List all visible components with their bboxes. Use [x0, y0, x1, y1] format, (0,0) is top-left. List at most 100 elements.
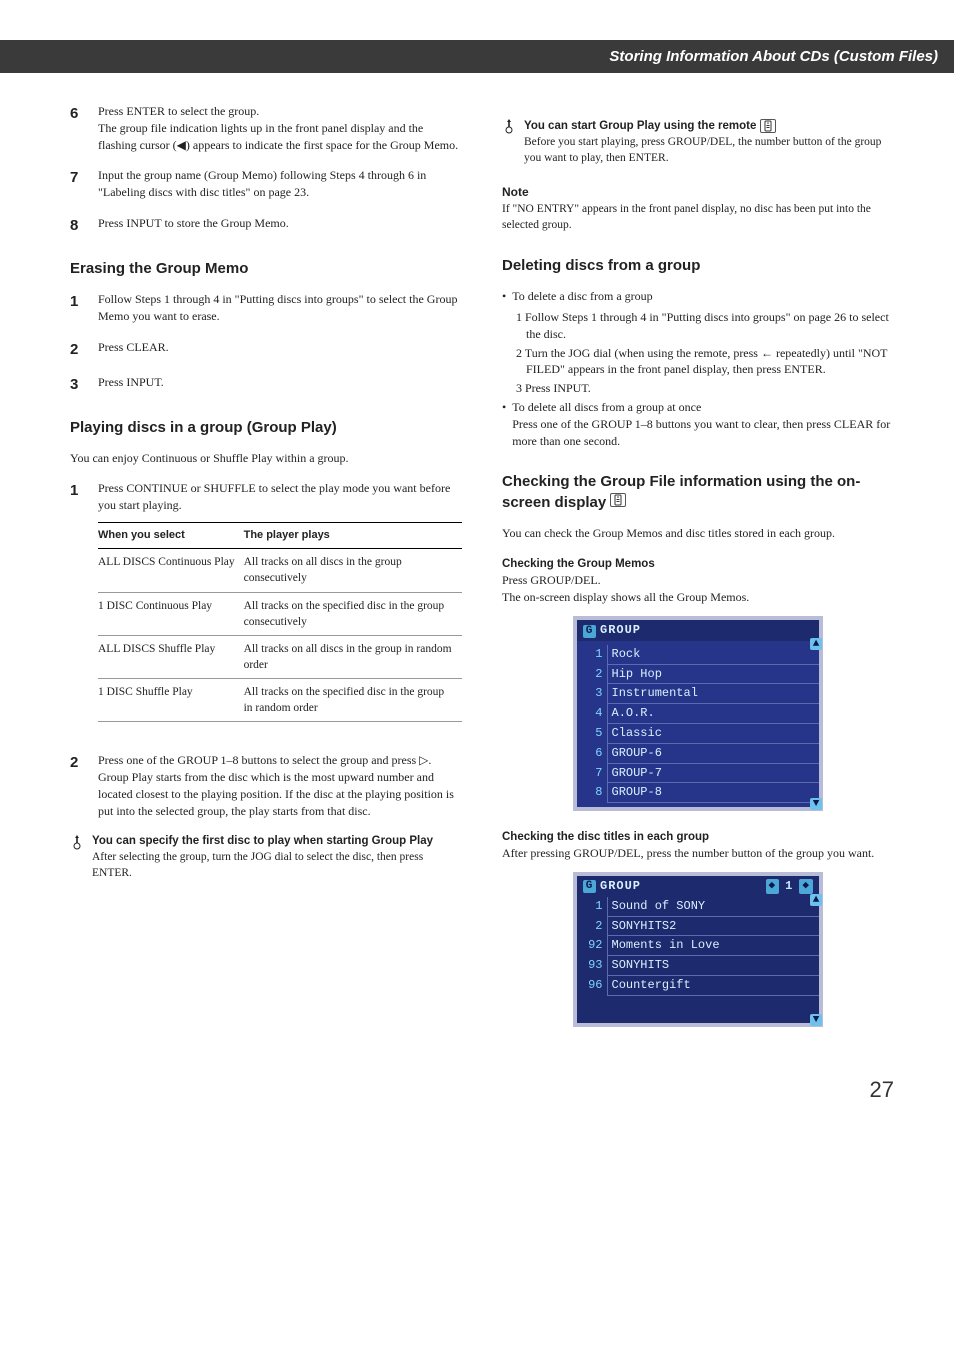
step-number: 2	[70, 339, 86, 360]
table-cell: ALL DISCS Continuous Play	[98, 549, 244, 592]
section-header-band: Storing Information About CDs (Custom Fi…	[0, 40, 954, 73]
screen-row-text: Countergift	[607, 975, 819, 995]
screen-row-text: A.O.R.	[607, 704, 819, 724]
page-number: 27	[70, 1075, 894, 1106]
table-row: 1 DISC Shuffle PlayAll tracks on the spe…	[98, 678, 462, 721]
top-steps: 6Press ENTER to select the group. The gr…	[70, 103, 462, 236]
onscreen-display-titles: G GROUP ◆ 1 ◆ 1Sound of SONY2SONYHITS292…	[573, 872, 823, 1027]
table-row: ALL DISCS Shuffle PlayAll tracks on all …	[98, 635, 462, 678]
numbered-step: 8 Press INPUT to store the Group Memo.	[70, 215, 462, 236]
screen-row: 93SONYHITS	[577, 956, 819, 976]
left-column: 6Press ENTER to select the group. The gr…	[70, 103, 462, 1045]
g-badge-icon: G	[583, 880, 596, 893]
tip-first-disc: You can specify the first disc to play w…	[70, 833, 462, 881]
tip-remote-group-play: You can start Group Play using the remot…	[502, 117, 894, 166]
step-body: Input the group name (Group Memo) follow…	[98, 167, 462, 201]
check-heading: Checking the Group File information usin…	[502, 471, 894, 513]
onscreen-display-memos: GGROUP 1Rock2Hip Hop3 Instrumental4A.O.R…	[573, 616, 823, 811]
erase-heading: Erasing the Group Memo	[70, 258, 462, 279]
table-row: 1 DISC Continuous PlayAll tracks on the …	[98, 592, 462, 635]
screen-title: G GROUP ◆ 1 ◆	[577, 876, 819, 897]
screen-row-text: Classic	[607, 723, 819, 743]
step-number: 1	[70, 291, 86, 325]
right-column: You can start Group Play using the remot…	[502, 103, 894, 1045]
screen-row-text: GROUP-7	[607, 763, 819, 783]
numbered-step: 3 Press INPUT.	[70, 374, 462, 395]
table-cell: All tracks on the specified disc in the …	[244, 592, 462, 635]
table-cell: All tracks on all discs in the group in …	[244, 635, 462, 678]
bullet-dot: •	[502, 288, 506, 305]
step-number: 8	[70, 215, 86, 236]
step-body: Follow Steps 1 through 4 in "Putting dis…	[98, 291, 462, 325]
scroll-down-icon: ▼	[810, 1014, 822, 1026]
scroll-down-icon: ▼	[810, 798, 822, 810]
bullet-dot: •	[502, 399, 506, 449]
step-number: 2	[70, 752, 86, 819]
note-heading: Note	[502, 184, 894, 201]
tip-body: You can specify the first disc to play w…	[92, 833, 462, 881]
groupplay-step-2: 2 Press one of the GROUP 1–8 buttons to …	[70, 752, 462, 819]
screen-title: GGROUP	[577, 620, 819, 641]
check-titles-subheading: Checking the disc titles in each group	[502, 829, 894, 845]
scroll-up-icon: ▲	[810, 894, 822, 906]
screen-row-text: Hip Hop	[607, 664, 819, 684]
step-body: Press INPUT to store the Group Memo.	[98, 215, 462, 236]
screen-row: 1Sound of SONY	[577, 897, 819, 916]
step-body: Press CONTINUE or SHUFFLE to select the …	[98, 480, 462, 738]
page-left-icon: ◆	[766, 879, 780, 894]
screen-row-text: Sound of SONY	[607, 897, 819, 916]
screen-row: 92Moments in Love	[577, 936, 819, 956]
screen-row-index: 4	[577, 704, 607, 724]
table-header: When you select	[98, 522, 244, 548]
step-body: Press CLEAR.	[98, 339, 462, 360]
two-column-layout: 6Press ENTER to select the group. The gr…	[70, 103, 894, 1045]
check-titles-text: After pressing GROUP/DEL, press the numb…	[502, 845, 894, 862]
numbered-step: 2 Press CLEAR.	[70, 339, 462, 360]
bullet-item: •To delete a disc from a group	[502, 288, 894, 305]
screen-row-index: 2	[577, 664, 607, 684]
screen-row: 7 GROUP-7	[577, 763, 819, 783]
screen-row-text: Rock	[607, 645, 819, 664]
g-badge-icon: G	[583, 625, 596, 638]
screen-row: 3 Instrumental	[577, 684, 819, 704]
step-number: 6	[70, 103, 86, 153]
check-memos-text: Press GROUP/DEL. The on-screen display s…	[502, 572, 894, 606]
step-number: 3	[70, 374, 86, 395]
screen-row-text: GROUP-8	[607, 783, 819, 803]
screen-row-index: 5	[577, 723, 607, 743]
screen-row: 6 GROUP-6	[577, 743, 819, 763]
table-cell: All tracks on all discs in the group con…	[244, 549, 462, 592]
screen-row-index: 93	[577, 956, 607, 976]
groupplay-heading: Playing discs in a group (Group Play)	[70, 417, 462, 438]
screen-row-index: 7	[577, 763, 607, 783]
screen-row: 4A.O.R.	[577, 704, 819, 724]
play-mode-table: When you select The player plays ALL DIS…	[98, 522, 462, 722]
screen-row: 1Rock	[577, 645, 819, 664]
numbered-step: 1 Follow Steps 1 through 4 in "Putting di…	[70, 291, 462, 325]
screen-row: 2SONYHITS2	[577, 916, 819, 936]
step-body: Press one of the GROUP 1–8 buttons to se…	[98, 752, 462, 819]
lightbulb-icon	[70, 834, 84, 882]
remote-icon	[610, 493, 626, 507]
screen-row-text: GROUP-6	[607, 743, 819, 763]
table-header: The player plays	[244, 522, 462, 548]
screen-row-text: SONYHITS	[607, 956, 819, 976]
screen-row-index: 8	[577, 783, 607, 803]
tip-title: You can specify the first disc to play w…	[92, 833, 462, 849]
screen-row: 2Hip Hop	[577, 664, 819, 684]
remote-icon	[760, 119, 776, 133]
note-text: If "NO ENTRY" appears in the front panel…	[502, 201, 894, 233]
screen-row: 96Countergift	[577, 975, 819, 995]
screen-row-text: SONYHITS2	[607, 916, 819, 936]
groupplay-step-1: 1 Press CONTINUE or SHUFFLE to select th…	[70, 480, 462, 738]
screen-row-index: 3	[577, 684, 607, 704]
groupplay-intro: You can enjoy Continuous or Shuffle Play…	[70, 450, 462, 467]
table-row: ALL DISCS Continuous PlayAll tracks on a…	[98, 549, 462, 592]
screen-row-index: 6	[577, 743, 607, 763]
check-intro: You can check the Group Memos and disc t…	[502, 525, 894, 542]
sub-step: 1 Follow Steps 1 through 4 in "Putting d…	[516, 309, 894, 343]
step-body: Press INPUT.	[98, 374, 462, 395]
tip-text: Before you start playing, press GROUP/DE…	[524, 134, 894, 166]
screen-row-text: Instrumental	[607, 684, 819, 704]
table-cell: 1 DISC Continuous Play	[98, 592, 244, 635]
